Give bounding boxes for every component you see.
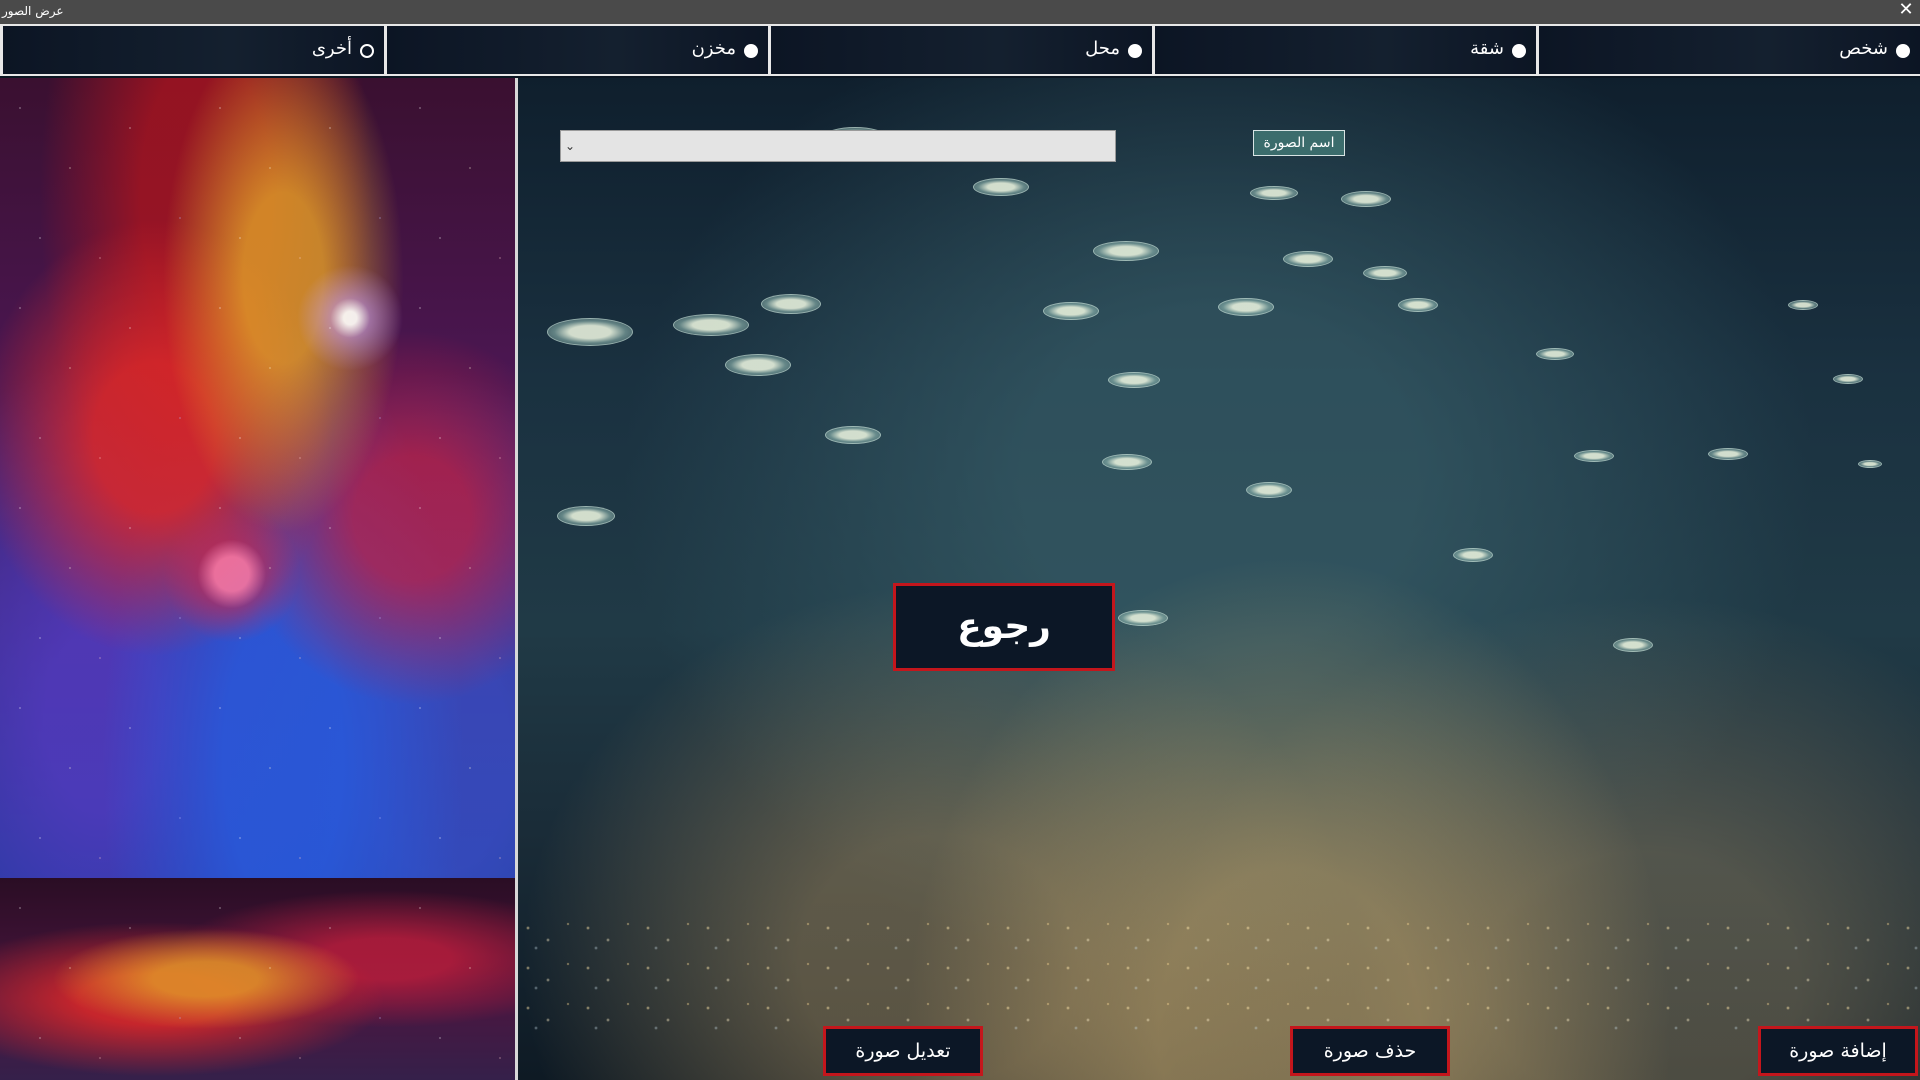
radio-shop[interactable]: محل (768, 26, 1152, 74)
window-title: عرض الصور (2, 4, 64, 18)
galaxy-image-continuation (0, 878, 515, 1080)
back-button[interactable]: رجوع (893, 583, 1115, 671)
image-viewer-window: عرض الصور ✕ شخص شقة محل مخزن أخرى ⌄ اسم … (0, 0, 1920, 1080)
chevron-down-icon[interactable]: ⌄ (563, 137, 577, 155)
add-image-button[interactable]: إضافة صورة (1758, 1026, 1918, 1076)
radio-other[interactable]: أخرى (0, 26, 384, 74)
background-sparkles (518, 918, 1920, 1038)
radio-dot-icon[interactable] (1128, 44, 1142, 58)
radio-person[interactable]: شخص (1536, 26, 1920, 74)
category-radio-group: شخص شقة محل مخزن أخرى (0, 24, 1920, 76)
radio-dot-icon[interactable] (744, 44, 758, 58)
radio-dot-icon[interactable] (1896, 44, 1910, 58)
main-content-area: ⌄ اسم الصورة رجوع تعديل صورة حذف صورة إض… (518, 78, 1920, 1080)
radio-label-warehouse: مخزن (691, 38, 736, 59)
radio-label-shop: محل (1085, 38, 1120, 59)
galaxy-image (0, 78, 515, 878)
radio-label-other: أخرى (311, 38, 352, 59)
radio-apartment[interactable]: شقة (1152, 26, 1536, 74)
delete-image-button[interactable]: حذف صورة (1290, 1026, 1450, 1076)
radio-label-apartment: شقة (1470, 38, 1504, 59)
image-preview-panel (0, 78, 518, 1080)
radio-warehouse[interactable]: مخزن (384, 26, 768, 74)
radio-dot-icon[interactable] (1512, 44, 1526, 58)
radio-label-person: شخص (1839, 38, 1888, 59)
image-name-label: اسم الصورة (1253, 130, 1345, 156)
title-bar: عرض الصور ✕ (0, 0, 1920, 24)
radio-circle-icon[interactable] (360, 44, 374, 58)
edit-image-button[interactable]: تعديل صورة (823, 1026, 983, 1076)
image-name-dropdown[interactable]: ⌄ (560, 130, 1116, 162)
close-icon[interactable]: ✕ (1896, 0, 1916, 22)
